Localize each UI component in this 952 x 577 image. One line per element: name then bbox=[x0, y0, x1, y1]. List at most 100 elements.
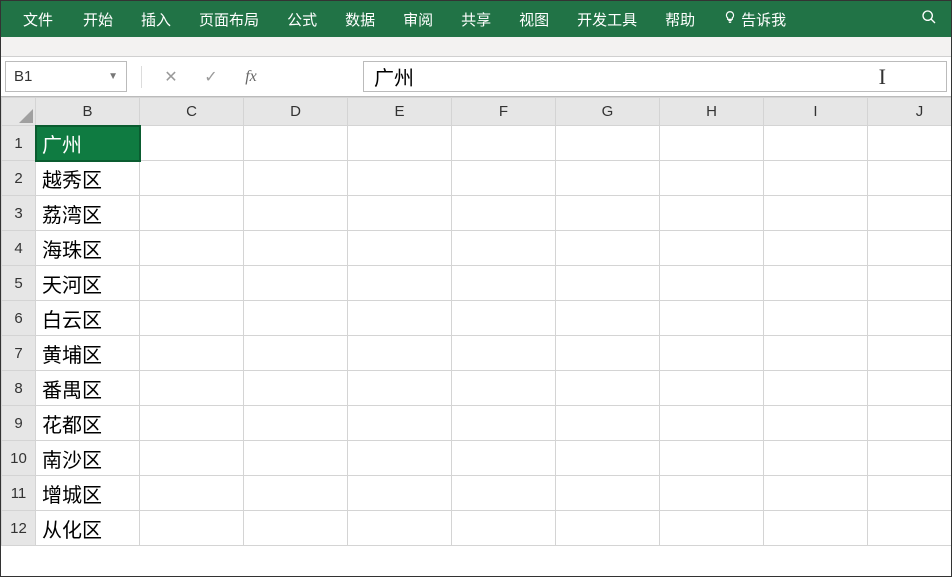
cell-J10[interactable] bbox=[868, 441, 952, 476]
cell-J2[interactable] bbox=[868, 161, 952, 196]
cell-I12[interactable] bbox=[764, 511, 868, 546]
formula-bar-input[interactable]: 广州 I bbox=[363, 61, 947, 92]
cell-H8[interactable] bbox=[660, 371, 764, 406]
cell-I3[interactable] bbox=[764, 196, 868, 231]
cell-H9[interactable] bbox=[660, 406, 764, 441]
cell-D7[interactable] bbox=[244, 336, 348, 371]
cell-J11[interactable] bbox=[868, 476, 952, 511]
cell-D11[interactable] bbox=[244, 476, 348, 511]
cell-J6[interactable] bbox=[868, 301, 952, 336]
tab-review[interactable]: 审阅 bbox=[389, 1, 447, 37]
name-box-dropdown-icon[interactable]: ▼ bbox=[108, 71, 118, 82]
row-header[interactable]: 10 bbox=[2, 441, 36, 476]
cell-H6[interactable] bbox=[660, 301, 764, 336]
cell-E11[interactable] bbox=[348, 476, 452, 511]
cell-E4[interactable] bbox=[348, 231, 452, 266]
cell-H12[interactable] bbox=[660, 511, 764, 546]
col-header-B[interactable]: B bbox=[36, 98, 140, 126]
cell-H5[interactable] bbox=[660, 266, 764, 301]
tab-view[interactable]: 视图 bbox=[505, 1, 563, 37]
cell-F7[interactable] bbox=[452, 336, 556, 371]
cell-I7[interactable] bbox=[764, 336, 868, 371]
cell-G8[interactable] bbox=[556, 371, 660, 406]
tell-me[interactable]: 告诉我 bbox=[713, 1, 796, 37]
cell-G7[interactable] bbox=[556, 336, 660, 371]
col-header-C[interactable]: C bbox=[140, 98, 244, 126]
row-header[interactable]: 11 bbox=[2, 476, 36, 511]
cell-I6[interactable] bbox=[764, 301, 868, 336]
cell-F9[interactable] bbox=[452, 406, 556, 441]
cell-E2[interactable] bbox=[348, 161, 452, 196]
col-header-E[interactable]: E bbox=[348, 98, 452, 126]
cell-I10[interactable] bbox=[764, 441, 868, 476]
cell-G5[interactable] bbox=[556, 266, 660, 301]
tab-developer[interactable]: 开发工具 bbox=[563, 1, 651, 37]
cell-B4[interactable]: 海珠区 bbox=[36, 231, 140, 266]
cancel-formula-button[interactable]: ✕ bbox=[160, 67, 182, 87]
cell-D2[interactable] bbox=[244, 161, 348, 196]
cell-I1[interactable] bbox=[764, 126, 868, 161]
cell-B5[interactable]: 天河区 bbox=[36, 266, 140, 301]
cell-F1[interactable] bbox=[452, 126, 556, 161]
cell-G12[interactable] bbox=[556, 511, 660, 546]
cell-G2[interactable] bbox=[556, 161, 660, 196]
cell-D5[interactable] bbox=[244, 266, 348, 301]
cell-H1[interactable] bbox=[660, 126, 764, 161]
cell-E3[interactable] bbox=[348, 196, 452, 231]
cell-E5[interactable] bbox=[348, 266, 452, 301]
tab-data[interactable]: 数据 bbox=[331, 1, 389, 37]
col-header-D[interactable]: D bbox=[244, 98, 348, 126]
spreadsheet-grid[interactable]: B C D E F G H I J 1广州2越秀区3荔湾区4海珠区5天河区6白云… bbox=[1, 97, 951, 546]
cell-D6[interactable] bbox=[244, 301, 348, 336]
cell-J9[interactable] bbox=[868, 406, 952, 441]
cell-F8[interactable] bbox=[452, 371, 556, 406]
cell-B3[interactable]: 荔湾区 bbox=[36, 196, 140, 231]
tab-page-layout[interactable]: 页面布局 bbox=[185, 1, 273, 37]
tab-help[interactable]: 帮助 bbox=[651, 1, 709, 37]
cell-F3[interactable] bbox=[452, 196, 556, 231]
cell-C7[interactable] bbox=[140, 336, 244, 371]
cell-B8[interactable]: 番禺区 bbox=[36, 371, 140, 406]
cell-B10[interactable]: 南沙区 bbox=[36, 441, 140, 476]
cell-C4[interactable] bbox=[140, 231, 244, 266]
tab-home[interactable]: 开始 bbox=[69, 1, 127, 37]
cell-F10[interactable] bbox=[452, 441, 556, 476]
cell-D8[interactable] bbox=[244, 371, 348, 406]
col-header-G[interactable]: G bbox=[556, 98, 660, 126]
cell-C3[interactable] bbox=[140, 196, 244, 231]
cell-C11[interactable] bbox=[140, 476, 244, 511]
cell-D9[interactable] bbox=[244, 406, 348, 441]
cell-E7[interactable] bbox=[348, 336, 452, 371]
cell-I5[interactable] bbox=[764, 266, 868, 301]
cell-G1[interactable] bbox=[556, 126, 660, 161]
cell-E12[interactable] bbox=[348, 511, 452, 546]
cell-H11[interactable] bbox=[660, 476, 764, 511]
cell-E8[interactable] bbox=[348, 371, 452, 406]
cell-C12[interactable] bbox=[140, 511, 244, 546]
row-header[interactable]: 2 bbox=[2, 161, 36, 196]
cell-C6[interactable] bbox=[140, 301, 244, 336]
cell-J4[interactable] bbox=[868, 231, 952, 266]
col-header-F[interactable]: F bbox=[452, 98, 556, 126]
cell-B12[interactable]: 从化区 bbox=[36, 511, 140, 546]
cell-B11[interactable]: 增城区 bbox=[36, 476, 140, 511]
cell-G9[interactable] bbox=[556, 406, 660, 441]
cell-C2[interactable] bbox=[140, 161, 244, 196]
row-header[interactable]: 7 bbox=[2, 336, 36, 371]
cell-I4[interactable] bbox=[764, 231, 868, 266]
cell-C5[interactable] bbox=[140, 266, 244, 301]
tab-share[interactable]: 共享 bbox=[447, 1, 505, 37]
cell-F6[interactable] bbox=[452, 301, 556, 336]
cell-J7[interactable] bbox=[868, 336, 952, 371]
cell-C9[interactable] bbox=[140, 406, 244, 441]
cell-I2[interactable] bbox=[764, 161, 868, 196]
row-header[interactable]: 12 bbox=[2, 511, 36, 546]
cell-J12[interactable] bbox=[868, 511, 952, 546]
cell-H3[interactable] bbox=[660, 196, 764, 231]
col-header-J[interactable]: J bbox=[868, 98, 952, 126]
cell-H2[interactable] bbox=[660, 161, 764, 196]
select-all-corner[interactable] bbox=[2, 98, 36, 126]
insert-function-button[interactable]: fx bbox=[240, 68, 262, 86]
cell-G6[interactable] bbox=[556, 301, 660, 336]
row-header[interactable]: 9 bbox=[2, 406, 36, 441]
